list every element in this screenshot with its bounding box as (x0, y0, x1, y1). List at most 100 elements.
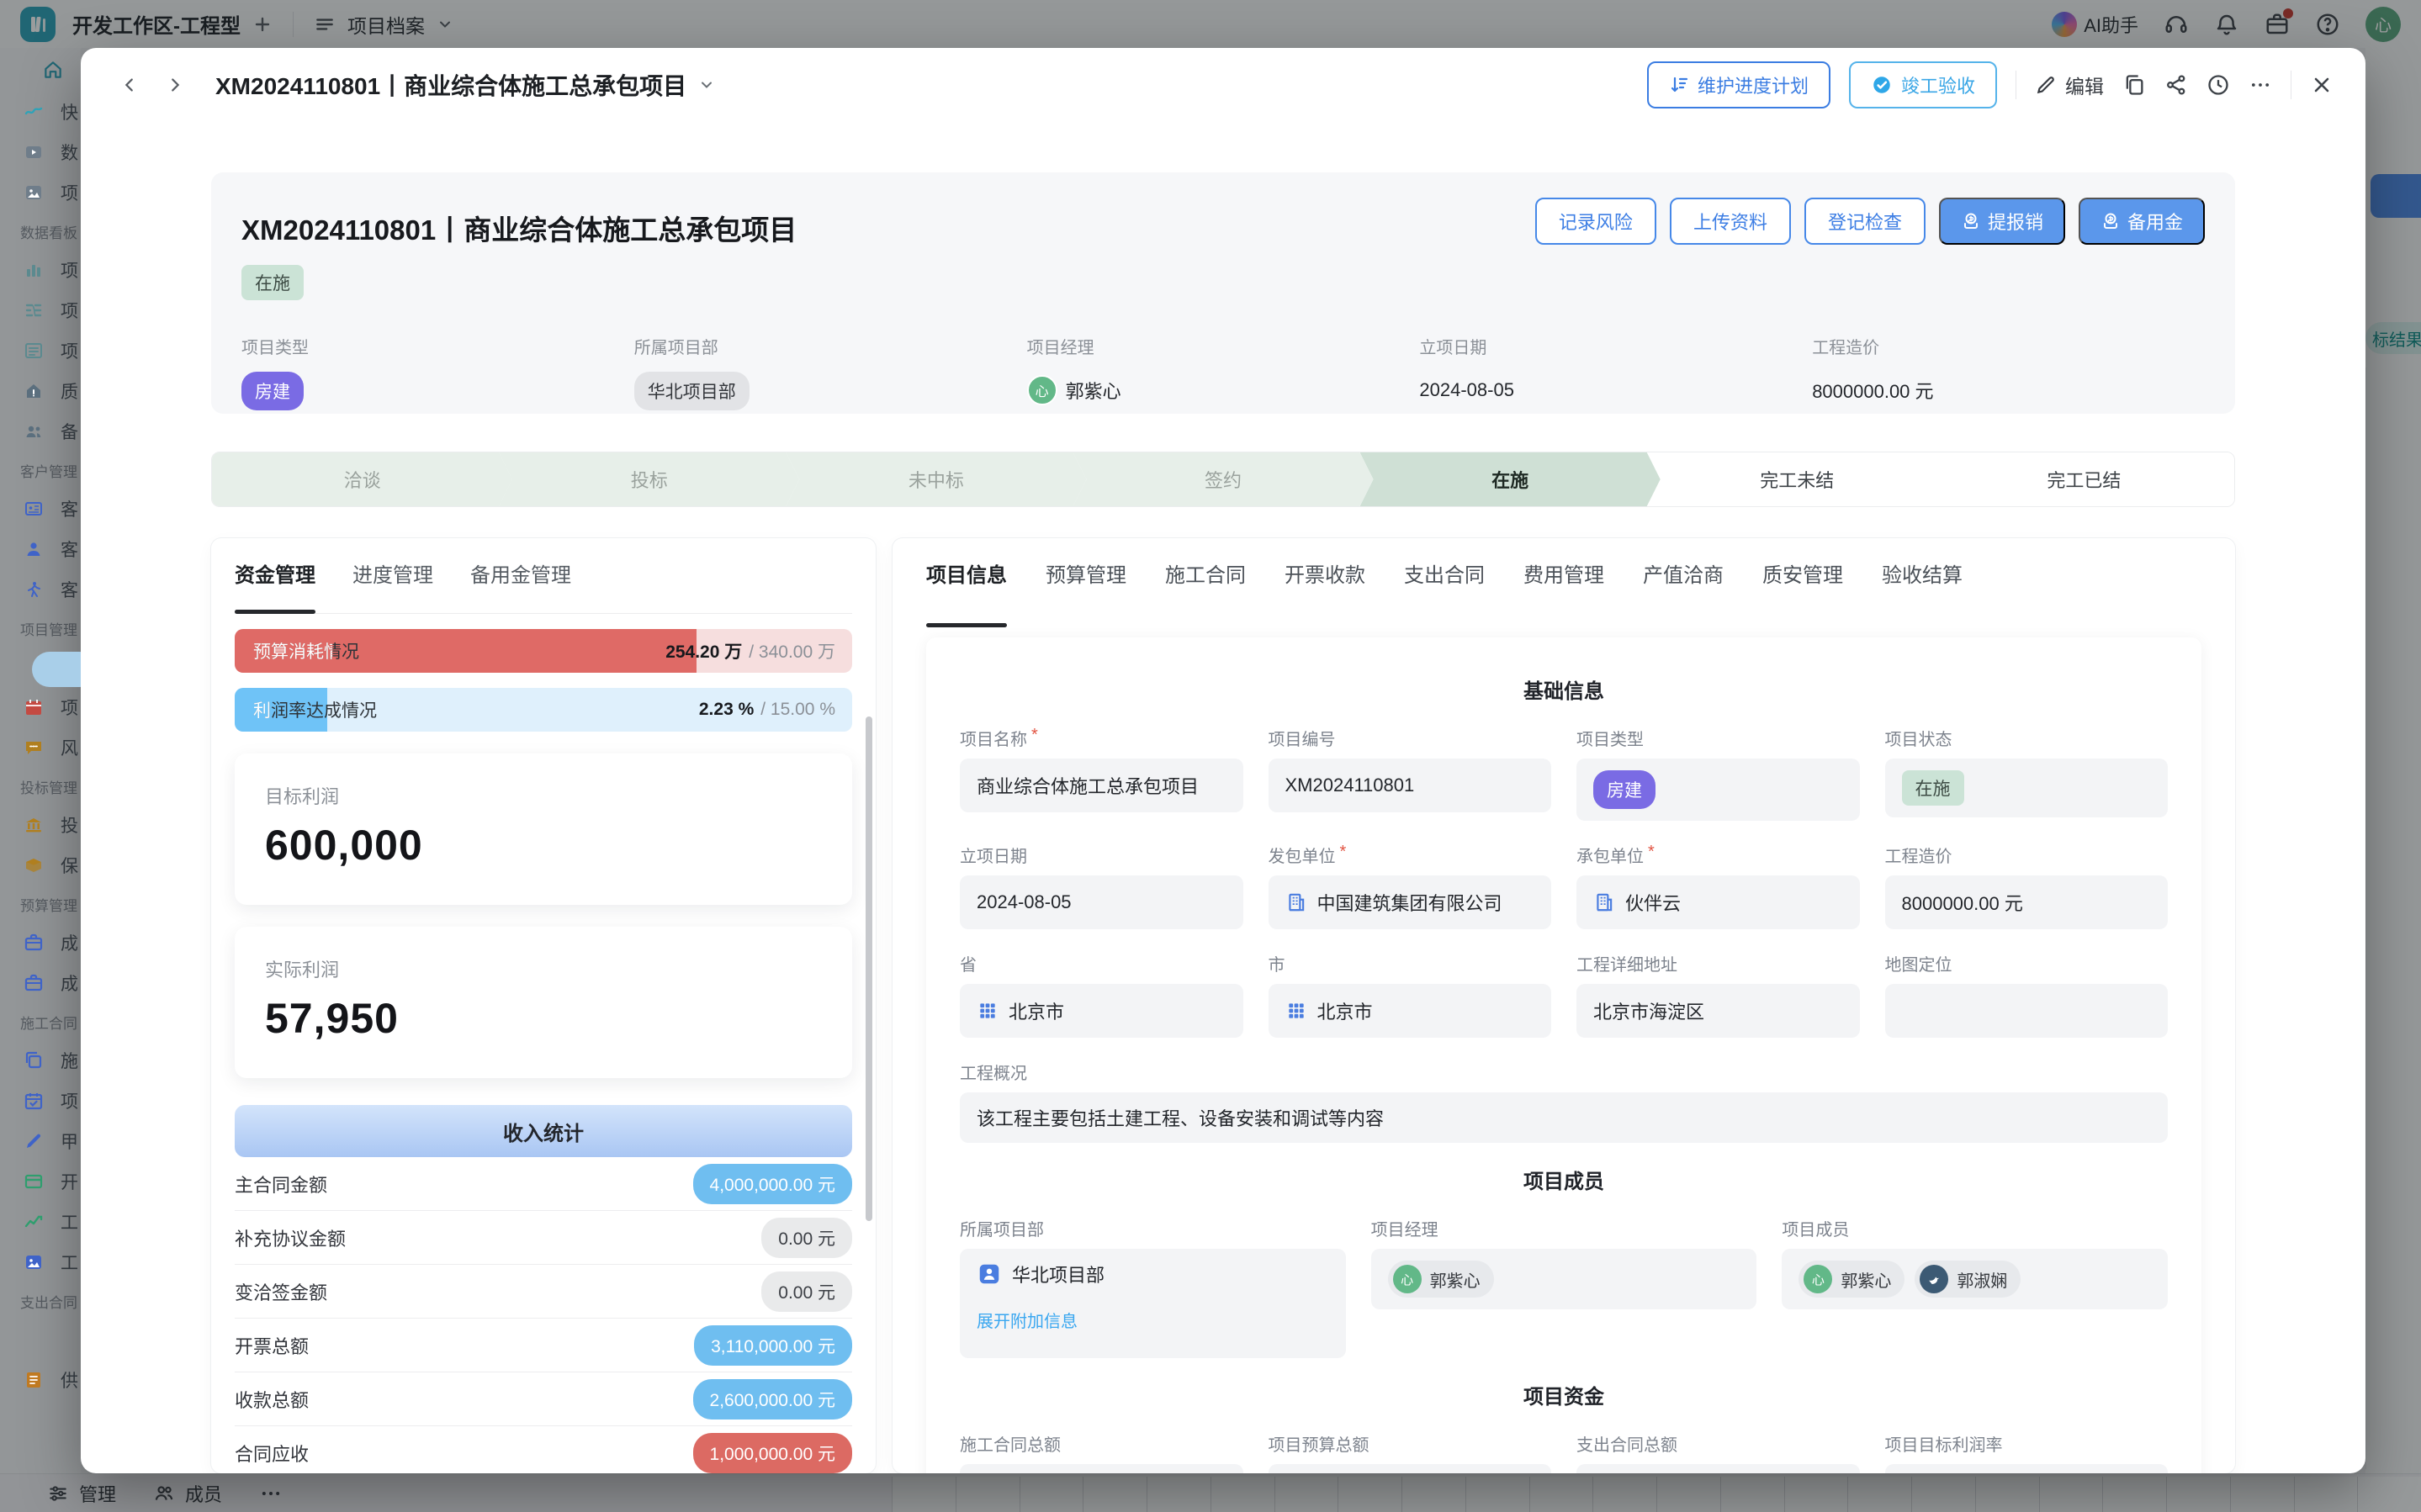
stage-step[interactable]: 签约 (1073, 452, 1373, 506)
prev-record-icon[interactable] (113, 68, 146, 102)
project-info-tab[interactable]: 预算管理 (1046, 558, 1126, 614)
field-value[interactable]: 3,630,000.00 元 (1576, 1464, 1860, 1473)
field-value[interactable]: 该工程主要包括土建工程、设备安装和调试等内容 (960, 1092, 2168, 1143)
briefcase-icon (24, 933, 44, 953)
field-label-text: 工程详细地址 (1576, 951, 1677, 975)
field-value[interactable]: XM2024110801 (1269, 759, 1552, 812)
stage-step[interactable]: 在施 (1360, 452, 1661, 506)
summary-action-button[interactable]: 备用金 (2079, 198, 2205, 245)
project-info-tab[interactable]: 开票收款 (1285, 558, 1365, 614)
modal-header-actions: 维护进度计划 竣工验收 编辑 (1647, 61, 2334, 108)
field-value[interactable]: 在施 (1885, 759, 2169, 817)
field-value[interactable]: 房建 (1576, 759, 1860, 821)
title-chevron-down-icon[interactable] (698, 77, 715, 93)
stage-step[interactable]: 完工已结 (1934, 452, 2234, 506)
summary-action-button[interactable]: 提报销 (1939, 198, 2065, 245)
finance-tab[interactable]: 资金管理 (235, 558, 315, 613)
project-info-tab[interactable]: 质安管理 (1762, 558, 1843, 614)
walker-icon (24, 579, 44, 600)
status-badge: 在施 (241, 265, 304, 300)
close-modal-icon[interactable] (2310, 73, 2334, 97)
field-value[interactable]: 华北项目部展开附加信息 (960, 1249, 1346, 1358)
field-value[interactable]: 北京市 (960, 984, 1243, 1038)
history-clock-icon[interactable] (2206, 73, 2230, 97)
next-record-icon[interactable] (158, 68, 192, 102)
field-value[interactable]: 15.00% (1885, 1464, 2169, 1473)
maintain-schedule-button[interactable]: 维护进度计划 (1647, 61, 1830, 108)
field-label: 支出合同总额 (1576, 1431, 1860, 1456)
field-label: 项目预算总额 (1269, 1431, 1552, 1456)
stage-step[interactable]: 完工未结 (1647, 452, 1947, 506)
metric-label: 目标利润 (265, 782, 822, 809)
metric-card: 实际利润57,950 (235, 927, 852, 1078)
stage-step[interactable]: 未中标 (786, 452, 1086, 506)
project-info-tab[interactable]: 产值洽商 (1643, 558, 1724, 614)
field-label-text: 项目状态 (1885, 726, 1952, 750)
left-panel-scrollbar[interactable] (866, 716, 872, 1221)
project-info-tab[interactable]: 验收结算 (1882, 558, 1963, 614)
field-label: 项目成员 (1782, 1216, 2168, 1240)
field-value[interactable]: 商业综合体施工总承包项目 (960, 759, 1243, 812)
expand-extra-info-link[interactable]: 展开附加信息 (977, 1308, 1078, 1332)
project-info-tab[interactable]: 费用管理 (1523, 558, 1604, 614)
progress-total: / 15.00 % (760, 700, 835, 720)
field-label: 项目编号 (1269, 726, 1552, 750)
field-value[interactable]: 北京市 (1269, 984, 1552, 1038)
more-actions-icon[interactable] (2249, 73, 2272, 97)
field-value[interactable]: 伙伴云 (1576, 875, 1860, 929)
summary-meta-field: 工程造价8000000.00 元 (1812, 334, 2205, 410)
copy-record-icon[interactable] (2122, 73, 2146, 97)
list-icon (24, 341, 44, 361)
income-stats-button[interactable]: 收入统计 (235, 1105, 852, 1157)
home-alert-icon (24, 381, 44, 401)
summary-action-button[interactable]: 记录风险 (1535, 198, 1656, 245)
field-value[interactable]: 3,400,000.00 元 (1269, 1464, 1552, 1473)
form-field: 项目预算总额 3,400,000.00 元 (1269, 1431, 1552, 1473)
field-value[interactable] (1885, 984, 2169, 1038)
field-label: 工程造价 (1885, 843, 2169, 867)
field-value[interactable]: 心郭紫心 (1371, 1249, 1757, 1309)
summary-action-button[interactable]: 登记检查 (1804, 198, 1926, 245)
stage-step[interactable]: 投标 (499, 452, 799, 506)
field-value[interactable]: 心郭紫心郭淑娴 (1782, 1249, 2168, 1309)
member-avatar: 心 (1804, 1265, 1832, 1293)
image-icon (24, 182, 44, 203)
project-type-badge: 房建 (241, 372, 304, 410)
metric-card: 目标利润600,000 (235, 753, 852, 905)
field-value[interactable]: 8000000.00 元 (1885, 875, 2169, 929)
funds-grid: 施工合同总额 4,000,000.00 元 项目预算总额 3,400,000.00 元… (960, 1431, 2168, 1473)
amount-label: 开票总额 (235, 1332, 309, 1359)
field-text: 8000000.00 元 (1902, 889, 2023, 916)
required-asterisk: * (1648, 843, 1655, 867)
field-value[interactable]: 北京市海淀区 (1576, 984, 1860, 1038)
project-info-tab[interactable]: 施工合同 (1165, 558, 1246, 614)
edit-button[interactable]: 编辑 (2035, 71, 2104, 99)
field-value[interactable]: 2024-08-05 (960, 875, 1243, 929)
bank-icon (24, 815, 44, 835)
field-label: 项目目标利润率 (1885, 1431, 2169, 1456)
stage-step[interactable]: 洽谈 (212, 452, 512, 506)
amount-badge: 1,000,000.00 元 (693, 1433, 852, 1473)
project-info-card: 基础信息项目名称*商业综合体施工总承包项目项目编号XM2024110801项目类… (926, 637, 2201, 1473)
completion-acceptance-button[interactable]: 竣工验收 (1849, 61, 1997, 108)
meta-label: 项目经理 (1027, 334, 1420, 358)
field-value[interactable]: 中国建筑集团有限公司 (1269, 875, 1552, 929)
project-detail-modal: XM2024110801丨商业综合体施工总承包项目 维护进度计划 竣工验收 编辑 (81, 48, 2365, 1473)
money-icon (2100, 211, 2121, 231)
finance-tab[interactable]: 进度管理 (352, 558, 433, 613)
project-info-tab[interactable]: 支出合同 (1404, 558, 1485, 614)
summary-action-button[interactable]: 上传资料 (1670, 198, 1791, 245)
project-info-tab[interactable]: 项目信息 (926, 558, 1007, 614)
users-icon (24, 421, 44, 441)
sidebar-item-label: 客 (61, 537, 78, 562)
sidebar-item-label: 快 (61, 99, 78, 124)
field-label-text: 施工合同总额 (960, 1431, 1061, 1456)
finance-tab[interactable]: 备用金管理 (470, 558, 571, 613)
wave-icon (24, 102, 44, 122)
building-icon (1285, 891, 1307, 913)
member-chip: 郭淑娴 (1915, 1261, 2021, 1298)
share-icon[interactable] (2164, 73, 2188, 97)
dept-value-row: 华北项目部 (977, 1261, 1105, 1287)
amount-row: 收款总额2,600,000.00 元 (235, 1372, 852, 1426)
field-value[interactable]: 4,000,000.00 元 (960, 1464, 1243, 1473)
